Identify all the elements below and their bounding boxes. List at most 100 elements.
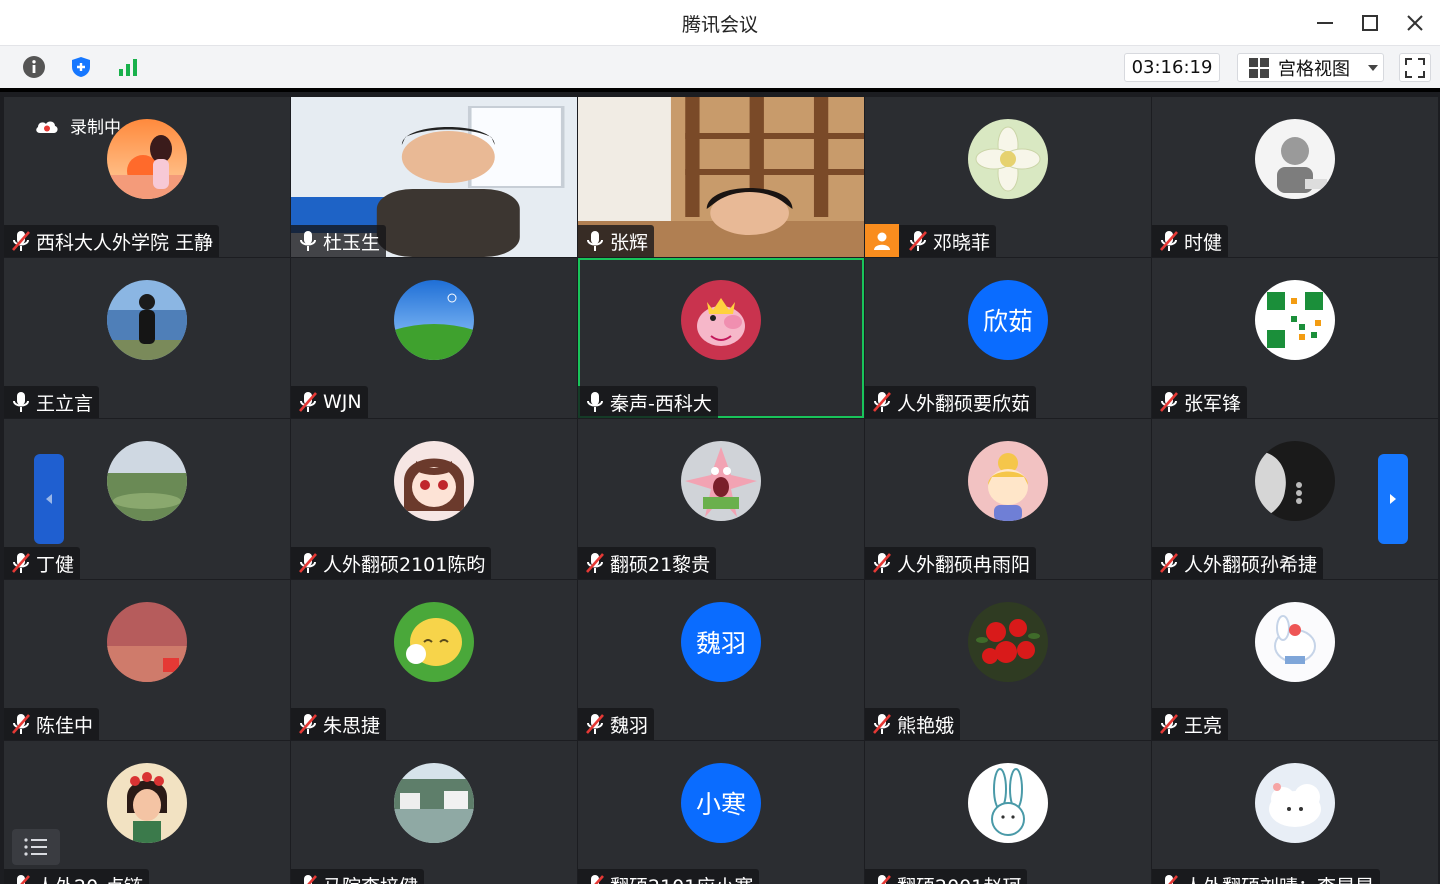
participant-name-bar: 王立言 bbox=[4, 386, 100, 418]
window-title: 腾讯会议 bbox=[681, 14, 758, 36]
participant-name: 杜玉生 bbox=[323, 231, 381, 254]
sky-field-avatar bbox=[394, 280, 474, 360]
landscape-avatar bbox=[107, 441, 187, 521]
participant-tile[interactable]: 欣茹 人外翻硕要欣茹 bbox=[865, 258, 1151, 418]
participant-list-button[interactable] bbox=[12, 829, 60, 865]
minimize-icon[interactable] bbox=[1312, 10, 1338, 36]
view-mode-label: 宫格视图 bbox=[1278, 58, 1350, 80]
participant-tile[interactable]: 熊艳娥 bbox=[865, 580, 1151, 740]
participant-tile[interactable]: 邓晓菲 bbox=[865, 97, 1151, 257]
fullscreen-button[interactable] bbox=[1399, 53, 1431, 82]
participant-tile[interactable]: 人外翻硕刘晴：李昂昂 bbox=[1152, 741, 1438, 884]
microphone-muted-icon bbox=[582, 550, 608, 576]
next-page-button[interactable] bbox=[1378, 454, 1408, 544]
participant-name-bar: 陈佳中 bbox=[4, 708, 100, 740]
participant-tile[interactable]: 翻硕21黎贵 bbox=[578, 419, 864, 579]
participant-name: 人外翻硕刘晴：李昂昂 bbox=[1184, 872, 1374, 884]
participant-tile[interactable]: 时健 bbox=[1152, 97, 1438, 257]
participant-tile[interactable]: 魏羽 魏羽 bbox=[578, 580, 864, 740]
participant-name: 熊艳娥 bbox=[897, 714, 955, 737]
network-signal-icon[interactable] bbox=[114, 53, 142, 81]
participant-avatar-text: 小寒 bbox=[681, 763, 761, 843]
participant-tile[interactable]: 王亮 bbox=[1152, 580, 1438, 740]
security-shield-icon[interactable] bbox=[67, 53, 95, 81]
chevron-right-icon bbox=[1390, 494, 1396, 504]
participant-tile[interactable]: 人外翻硕冉雨阳 bbox=[865, 419, 1151, 579]
participant-tile[interactable]: 张军锋 bbox=[1152, 258, 1438, 418]
microphone-muted-icon bbox=[869, 711, 895, 737]
participant-tile[interactable]: 陈佳中 bbox=[4, 580, 290, 740]
participant-name-bar: 张军锋 bbox=[1152, 386, 1248, 418]
participant-name-bar: 魏羽 bbox=[578, 708, 655, 740]
participant-tile[interactable]: 马院李培健 bbox=[291, 741, 577, 884]
participant-tile[interactable]: 翻硕2001赵珂 bbox=[865, 741, 1151, 884]
previous-page-button[interactable] bbox=[34, 454, 64, 544]
microphone-muted-icon bbox=[295, 872, 321, 884]
frida-avatar bbox=[107, 763, 187, 843]
participant-tile[interactable]: 朱思捷 bbox=[291, 580, 577, 740]
water-town-avatar bbox=[394, 763, 474, 843]
participant-tile[interactable]: 王立言 bbox=[4, 258, 290, 418]
participant-tile[interactable]: 人外翻硕2101陈昀 bbox=[291, 419, 577, 579]
participant-name-bar: 张辉 bbox=[578, 225, 655, 257]
participant-name-bar: 时健 bbox=[1152, 225, 1229, 257]
title-bar: 腾讯会议 bbox=[0, 0, 1440, 46]
patrick-star-avatar bbox=[681, 441, 761, 521]
participant-name-bar: 翻硕2001赵珂 bbox=[865, 869, 1028, 884]
participant-name-bar: 人外20-卢链 bbox=[4, 869, 150, 884]
microphone-muted-icon bbox=[1156, 872, 1182, 884]
person-icon bbox=[865, 224, 899, 257]
participant-name: 魏羽 bbox=[610, 714, 649, 737]
participant-name: 王立言 bbox=[36, 392, 94, 415]
participant-name-bar: WJN bbox=[291, 386, 368, 418]
grid-view-icon bbox=[1249, 57, 1269, 78]
participant-name: 邓晓菲 bbox=[933, 231, 991, 254]
microphone-icon bbox=[582, 389, 608, 415]
participant-name-bar: 熊艳娥 bbox=[865, 708, 961, 740]
microphone-muted-icon bbox=[869, 389, 895, 415]
participant-avatar-text: 魏羽 bbox=[681, 602, 761, 682]
participant-name-bar: 人外翻硕2101陈昀 bbox=[291, 547, 492, 579]
participant-avatar-text: 欣茹 bbox=[968, 280, 1048, 360]
microphone-muted-icon bbox=[295, 389, 321, 415]
participant-name: 人外翻硕孙希捷 bbox=[1184, 553, 1318, 576]
participant-tile[interactable]: WJN bbox=[291, 258, 577, 418]
participant-tile[interactable]: 杜玉生 bbox=[291, 97, 577, 257]
close-icon[interactable] bbox=[1402, 10, 1428, 36]
bw-portrait-avatar bbox=[1255, 441, 1335, 521]
participant-name: 秦声-西科大 bbox=[610, 392, 712, 415]
participant-tile[interactable]: 秦声-西科大 bbox=[578, 258, 864, 418]
microphone-muted-icon bbox=[8, 711, 34, 737]
participant-name: 张辉 bbox=[610, 231, 649, 254]
participant-name: 陈佳中 bbox=[36, 714, 94, 737]
participant-name: 人外翻硕冉雨阳 bbox=[897, 553, 1031, 576]
recording-label: 录制中 bbox=[70, 118, 121, 138]
participant-name-bar: 西科大人外学院 王静 bbox=[4, 225, 220, 257]
microphone-muted-icon bbox=[8, 228, 34, 254]
cloud-record-icon bbox=[36, 121, 58, 133]
microphone-muted-icon bbox=[905, 228, 931, 254]
maximize-icon[interactable] bbox=[1357, 10, 1383, 36]
view-mode-dropdown[interactable]: 宫格视图 bbox=[1237, 53, 1384, 82]
chevron-left-icon bbox=[46, 494, 52, 504]
microphone-muted-icon bbox=[869, 872, 895, 884]
microphone-muted-icon bbox=[582, 711, 608, 737]
participant-name-bar: 邓晓菲 bbox=[865, 224, 997, 257]
man-lakeside-avatar bbox=[107, 280, 187, 360]
participant-name-bar: 秦声-西科大 bbox=[578, 386, 718, 418]
microphone-muted-icon bbox=[1156, 711, 1182, 737]
flower-avatar bbox=[968, 119, 1048, 199]
participant-name-bar: 翻硕21黎贵 bbox=[578, 547, 717, 579]
sunset-sea-avatar bbox=[107, 602, 187, 682]
microphone-muted-icon bbox=[295, 711, 321, 737]
participant-name: 翻硕2101应小寒 bbox=[610, 872, 753, 884]
microphone-muted-icon bbox=[1156, 228, 1182, 254]
participant-name: 张军锋 bbox=[1184, 392, 1242, 415]
participant-name-bar: 朱思捷 bbox=[291, 708, 387, 740]
peppa-queen-avatar bbox=[681, 280, 761, 360]
participant-name: 丁健 bbox=[36, 553, 75, 576]
participant-tile[interactable]: 张辉 bbox=[578, 97, 864, 257]
microphone-muted-icon bbox=[8, 872, 34, 884]
participant-tile[interactable]: 小寒翻硕2101应小寒 bbox=[578, 741, 864, 884]
info-icon[interactable] bbox=[20, 53, 48, 81]
